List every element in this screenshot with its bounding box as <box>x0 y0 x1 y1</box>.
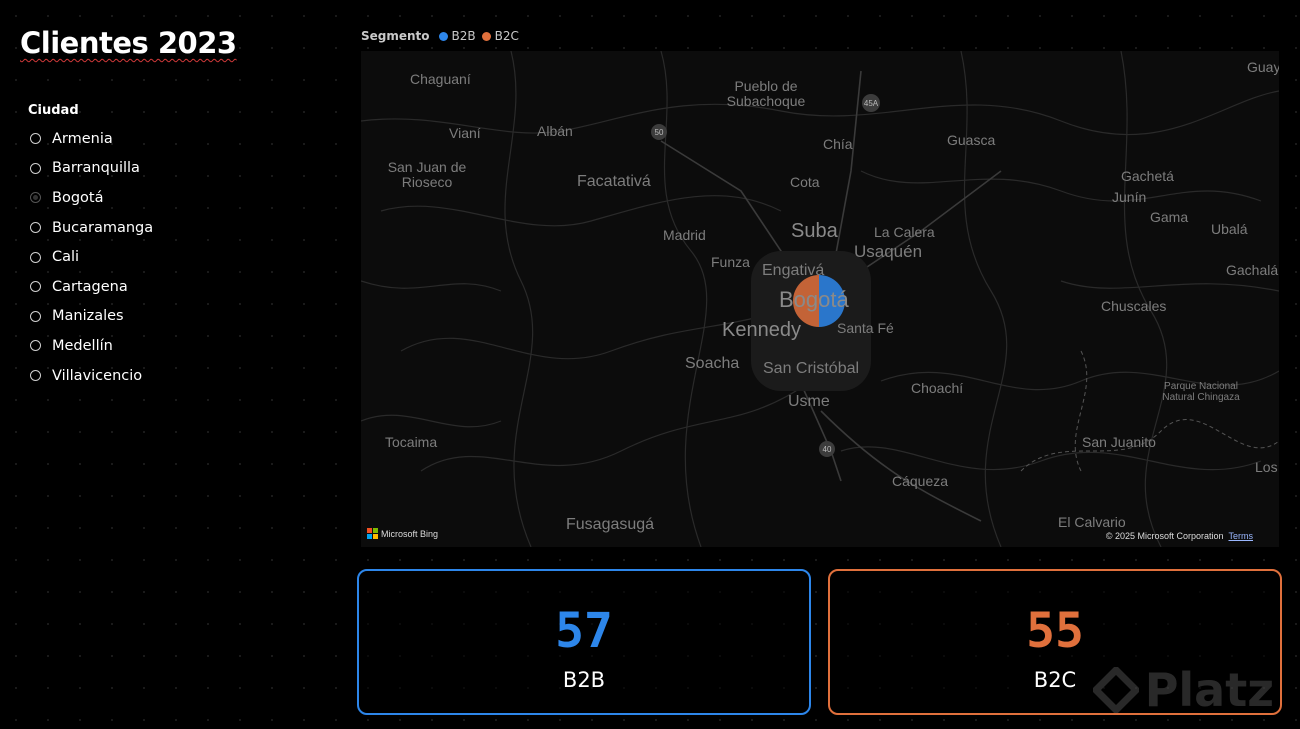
legend-label-b2c[interactable]: B2C <box>495 29 519 43</box>
place-label: Gachetá <box>1121 168 1174 184</box>
place-label: Gachalá <box>1226 262 1279 278</box>
city-slicer[interactable]: Ciudad Armenia Barranquilla Bogotá Bucar… <box>28 103 153 390</box>
place-label: Facatativá <box>577 173 651 190</box>
slicer-header: Ciudad <box>28 103 79 118</box>
legend-dot-b2b <box>438 31 448 41</box>
slicer-item-label: Armenia <box>52 130 113 147</box>
platzi-logo-icon <box>1092 667 1139 713</box>
place-label: Vianí <box>449 125 481 141</box>
radio-icon[interactable] <box>30 310 41 322</box>
place-label: Cota <box>790 174 820 190</box>
place-label: Bogotá <box>779 287 849 312</box>
slicer-item-cali[interactable]: Cali <box>28 242 153 272</box>
place-label: San Juanito <box>1082 434 1156 450</box>
kpi-value-b2b: 57 <box>555 603 613 659</box>
legend-dot-b2c <box>481 31 491 41</box>
place-label: Usaquén <box>854 242 923 261</box>
slicer-item-barranquilla[interactable]: Barranquilla <box>28 154 153 184</box>
map-copyright: © 2025 Microsoft Corporation Terms <box>1106 531 1253 541</box>
slicer-item-medellin[interactable]: Medellín <box>28 331 153 361</box>
place-label: Suba <box>791 220 838 242</box>
place-label: Guayat <box>1247 59 1279 75</box>
radio-icon[interactable] <box>30 162 41 174</box>
slicer-item-label: Bogotá <box>52 189 104 206</box>
kpi-card-b2b[interactable]: 57 B2B <box>357 569 811 715</box>
road-shield-50: 50 <box>655 128 664 137</box>
kpi-label-b2c: B2C <box>1033 668 1077 692</box>
radio-selected-icon[interactable] <box>30 192 41 204</box>
place-label: San Cristóbal <box>763 360 860 377</box>
radio-icon[interactable] <box>30 340 41 352</box>
place-label: Usme <box>788 393 830 410</box>
place-label: Junín <box>1112 189 1147 205</box>
place-label: Los <box>1255 459 1278 475</box>
place-label: Chía <box>823 136 853 152</box>
radio-icon[interactable] <box>30 222 41 234</box>
map-legend: Segmento B2B B2C <box>361 29 525 43</box>
slicer-item-label: Barranquilla <box>52 160 140 177</box>
place-label: Parque Nacional Natural Chingaza <box>1162 381 1240 403</box>
place-label: Gama <box>1150 209 1189 225</box>
bing-attribution-text: Microsoft Bing <box>381 528 439 539</box>
road-shield-45a: 45A <box>864 99 879 108</box>
radio-icon[interactable] <box>30 281 41 293</box>
slicer-item-label: Bucaramanga <box>52 219 154 236</box>
place-label: Choachí <box>911 380 964 396</box>
place-label: Kennedy <box>722 319 801 341</box>
kpi-value-b2c: 55 <box>1026 603 1084 659</box>
road-shield-40: 40 <box>823 445 832 454</box>
place-label: Pueblo de Subachoque <box>726 78 806 109</box>
slicer-item-label: Medellín <box>52 337 113 354</box>
place-label: Madrid <box>663 227 706 243</box>
radio-icon[interactable] <box>30 370 41 382</box>
slicer-list: Armenia Barranquilla Bogotá Bucaramanga … <box>28 124 153 390</box>
slicer-item-manizales[interactable]: Manizales <box>28 302 153 332</box>
slicer-item-label: Villavicencio <box>52 367 143 384</box>
slicer-item-armenia[interactable]: Armenia <box>28 124 153 154</box>
radio-icon[interactable] <box>30 133 41 145</box>
place-label: Chuscales <box>1101 298 1167 314</box>
terms-link[interactable]: Terms <box>1229 531 1254 541</box>
map-visual[interactable]: 50 45A 40 Chaguaní Pueblo de Subachoque … <box>361 51 1279 547</box>
place-label: Guasca <box>947 132 996 148</box>
radio-icon[interactable] <box>30 251 41 263</box>
place-label: Engativá <box>762 262 825 279</box>
slicer-item-villavicencio[interactable]: Villavicencio <box>28 361 153 391</box>
platzi-watermark: Platz <box>1092 663 1274 717</box>
place-label: Tocaima <box>385 434 438 450</box>
place-label: Fusagasugá <box>566 516 655 533</box>
place-label: El Calvario <box>1058 514 1126 530</box>
slicer-item-bogota[interactable]: Bogotá <box>28 183 153 213</box>
kpi-label-b2b: B2B <box>562 668 606 692</box>
place-label: Albán <box>537 123 573 139</box>
slicer-item-cartagena[interactable]: Cartagena <box>28 272 153 302</box>
watermark-text: Platz <box>1144 663 1274 717</box>
slicer-item-bucaramanga[interactable]: Bucaramanga <box>28 213 153 243</box>
place-label: San Juan de Rioseco <box>387 159 467 190</box>
place-label: Chaguaní <box>410 71 471 87</box>
slicer-item-label: Cartagena <box>52 278 128 295</box>
copyright-text: © 2025 Microsoft Corporation <box>1105 531 1224 541</box>
place-label: Ubalá <box>1211 221 1248 237</box>
bing-attribution: Microsoft Bing <box>367 528 438 539</box>
place-label: La Calera <box>874 224 935 240</box>
place-label: Cáqueza <box>892 473 949 489</box>
place-label: Soacha <box>685 355 740 372</box>
legend-label-b2b[interactable]: B2B <box>452 29 476 43</box>
place-label: Funza <box>711 254 750 270</box>
slicer-item-label: Cali <box>52 249 80 266</box>
microsoft-logo-icon <box>367 528 378 539</box>
legend-title: Segmento <box>361 29 430 43</box>
page-title: Clientes 2023 <box>20 26 237 60</box>
place-label: Santa Fé <box>837 320 894 336</box>
page-title-text: Clientes 2023 <box>20 26 237 60</box>
slicer-item-label: Manizales <box>52 308 124 325</box>
